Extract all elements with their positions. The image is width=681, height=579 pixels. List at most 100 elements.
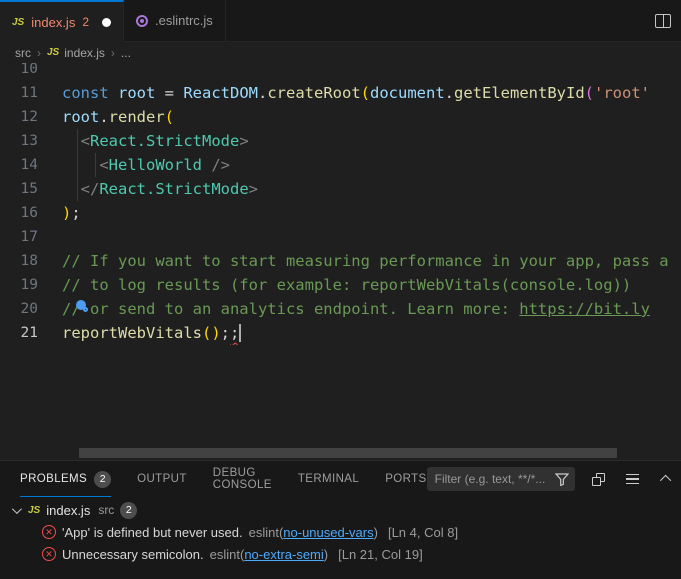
collapse-all-icon[interactable] (589, 469, 609, 489)
line-number[interactable]: 16 (0, 201, 62, 225)
token: ; (230, 324, 239, 342)
token: reportWebVitals (62, 324, 202, 342)
token: < (81, 132, 90, 150)
token: document (370, 84, 445, 102)
panel-tab-terminal[interactable]: TERMINAL (298, 461, 359, 497)
line-content[interactable] (62, 63, 681, 81)
problems-filter[interactable] (427, 467, 575, 491)
panel-tab-label: PORTS (385, 473, 426, 485)
code-area[interactable]: 1011const root = ReactDOM.createRoot(doc… (0, 63, 681, 345)
modified-dot-icon (102, 18, 111, 27)
line-number[interactable]: 14 (0, 153, 62, 177)
problem-row[interactable]: ✕'App' is defined but never used.eslint(… (0, 521, 681, 543)
line-content[interactable]: </React.StrictMode> (62, 177, 681, 201)
line-number[interactable]: 19 (0, 273, 62, 297)
token: > (239, 132, 248, 150)
code-line-12[interactable]: 12root.render( (0, 105, 681, 129)
token: 'root' (594, 84, 650, 102)
token (62, 156, 99, 174)
js-file-icon: JS (12, 17, 24, 28)
editor-tabs: JS index.js 2 .eslintrc.js (0, 0, 226, 41)
problem-rule-link[interactable]: no-extra-semi (244, 547, 323, 562)
split-editor-icon[interactable] (655, 14, 671, 28)
breadcrumb-label: index.js (64, 46, 105, 60)
token: createRoot (267, 84, 360, 102)
breadcrumb-item-[interactable]: ... (121, 46, 131, 60)
code-line-13[interactable]: 13 <React.StrictMode> (0, 129, 681, 153)
problem-row[interactable]: ✕Unnecessary semicolon.eslint(no-extra-s… (0, 543, 681, 565)
panel-tab-debug-console[interactable]: DEBUG CONSOLE (213, 461, 272, 497)
token: () (202, 324, 221, 342)
problems-group-header[interactable]: JSindex.jssrc2 (0, 499, 681, 521)
editor-actions (655, 0, 681, 41)
panel-tab-problems[interactable]: PROBLEMS2 (20, 461, 111, 497)
token: . (99, 108, 108, 126)
panel-tab-ports[interactable]: PORTS (385, 461, 426, 497)
chevron-down-icon[interactable] (12, 504, 22, 514)
token: = (155, 84, 183, 102)
line-number[interactable]: 13 (0, 129, 62, 153)
inline-hint-icon[interactable] (76, 300, 92, 316)
token: ( (585, 84, 594, 102)
code-line-16[interactable]: 16); (0, 201, 681, 225)
panel-header: PROBLEMS2 OUTPUT DEBUG CONSOLE TERMINAL PORT… (0, 461, 681, 497)
breadcrumb-separator-icon: › (37, 46, 41, 60)
code-line-18[interactable]: 18// If you want to start measuring perf… (0, 249, 681, 273)
tab-.eslintrc.js[interactable]: .eslintrc.js (124, 0, 226, 41)
breadcrumb: src›JSindex.js›... (0, 42, 681, 63)
problem-location: [Ln 4, Col 8] (388, 525, 458, 540)
filter-input[interactable] (435, 472, 555, 486)
line-content[interactable]: <React.StrictMode> (62, 129, 681, 153)
panel-tab-label: PROBLEMS (20, 473, 87, 485)
panel-tab-output[interactable]: OUTPUT (137, 461, 187, 497)
tab-label: .eslintrc.js (155, 13, 213, 28)
line-number[interactable]: 11 (0, 81, 62, 105)
line-content[interactable]: // or send to an analytics endpoint. Lea… (62, 297, 681, 321)
code-line-14[interactable]: 14 <HelloWorld /> (0, 153, 681, 177)
line-number[interactable]: 15 (0, 177, 62, 201)
indent-guide (77, 129, 78, 201)
editor[interactable]: 1011const root = ReactDOM.createRoot(doc… (0, 63, 681, 460)
line-number[interactable]: 12 (0, 105, 62, 129)
code-line-10[interactable]: 10 (0, 63, 681, 81)
breadcrumb-item-src[interactable]: src (15, 46, 31, 60)
view-as-table-icon[interactable] (623, 469, 643, 489)
tab-label: index.js (31, 15, 75, 30)
problem-message: 'App' is defined but never used. (62, 525, 243, 540)
line-content[interactable]: root.render( (62, 105, 681, 129)
line-number[interactable]: 21 (0, 321, 62, 345)
token: root (118, 84, 155, 102)
token: > (249, 180, 258, 198)
line-number[interactable]: 20 (0, 297, 62, 321)
line-content[interactable]: <HelloWorld /> (62, 153, 681, 177)
line-number[interactable]: 18 (0, 249, 62, 273)
scrollbar-thumb[interactable] (79, 448, 617, 458)
line-content[interactable] (62, 225, 681, 249)
problem-source: eslint(no-extra-semi) (210, 547, 329, 562)
line-content[interactable]: const root = ReactDOM.createRoot(documen… (62, 81, 681, 105)
line-content[interactable]: // to log results (for example: reportWe… (62, 273, 681, 297)
problems-file-dir: src (98, 503, 114, 517)
code-line-20[interactable]: 20// or send to an analytics endpoint. L… (0, 297, 681, 321)
token: ( (361, 84, 370, 102)
filter-icon (555, 473, 569, 486)
line-number[interactable]: 17 (0, 225, 62, 249)
line-content[interactable]: // If you want to start measuring perfor… (62, 249, 681, 273)
problems-file-name: index.js (46, 503, 90, 518)
maximize-panel-icon[interactable] (657, 469, 677, 489)
breadcrumb-item-indexjs[interactable]: JSindex.js (47, 46, 105, 60)
problem-location: [Ln 21, Col 19] (338, 547, 423, 562)
tab-index.js[interactable]: JS index.js 2 (0, 0, 124, 42)
code-line-21[interactable]: 21reportWebVitals();; (0, 321, 681, 345)
code-line-11[interactable]: 11const root = ReactDOM.createRoot(docum… (0, 81, 681, 105)
line-number[interactable]: 10 (0, 63, 62, 81)
code-line-19[interactable]: 19// to log results (for example: report… (0, 273, 681, 297)
horizontal-scrollbar[interactable] (0, 448, 681, 458)
code-line-15[interactable]: 15 </React.StrictMode> (0, 177, 681, 201)
problem-message: Unnecessary semicolon. (62, 547, 204, 562)
tab-error-count: 2 (82, 15, 89, 29)
line-content[interactable]: reportWebVitals();; (62, 321, 681, 345)
problem-rule-link[interactable]: no-unused-vars (283, 525, 373, 540)
code-line-17[interactable]: 17 (0, 225, 681, 249)
line-content[interactable]: ); (62, 201, 681, 225)
